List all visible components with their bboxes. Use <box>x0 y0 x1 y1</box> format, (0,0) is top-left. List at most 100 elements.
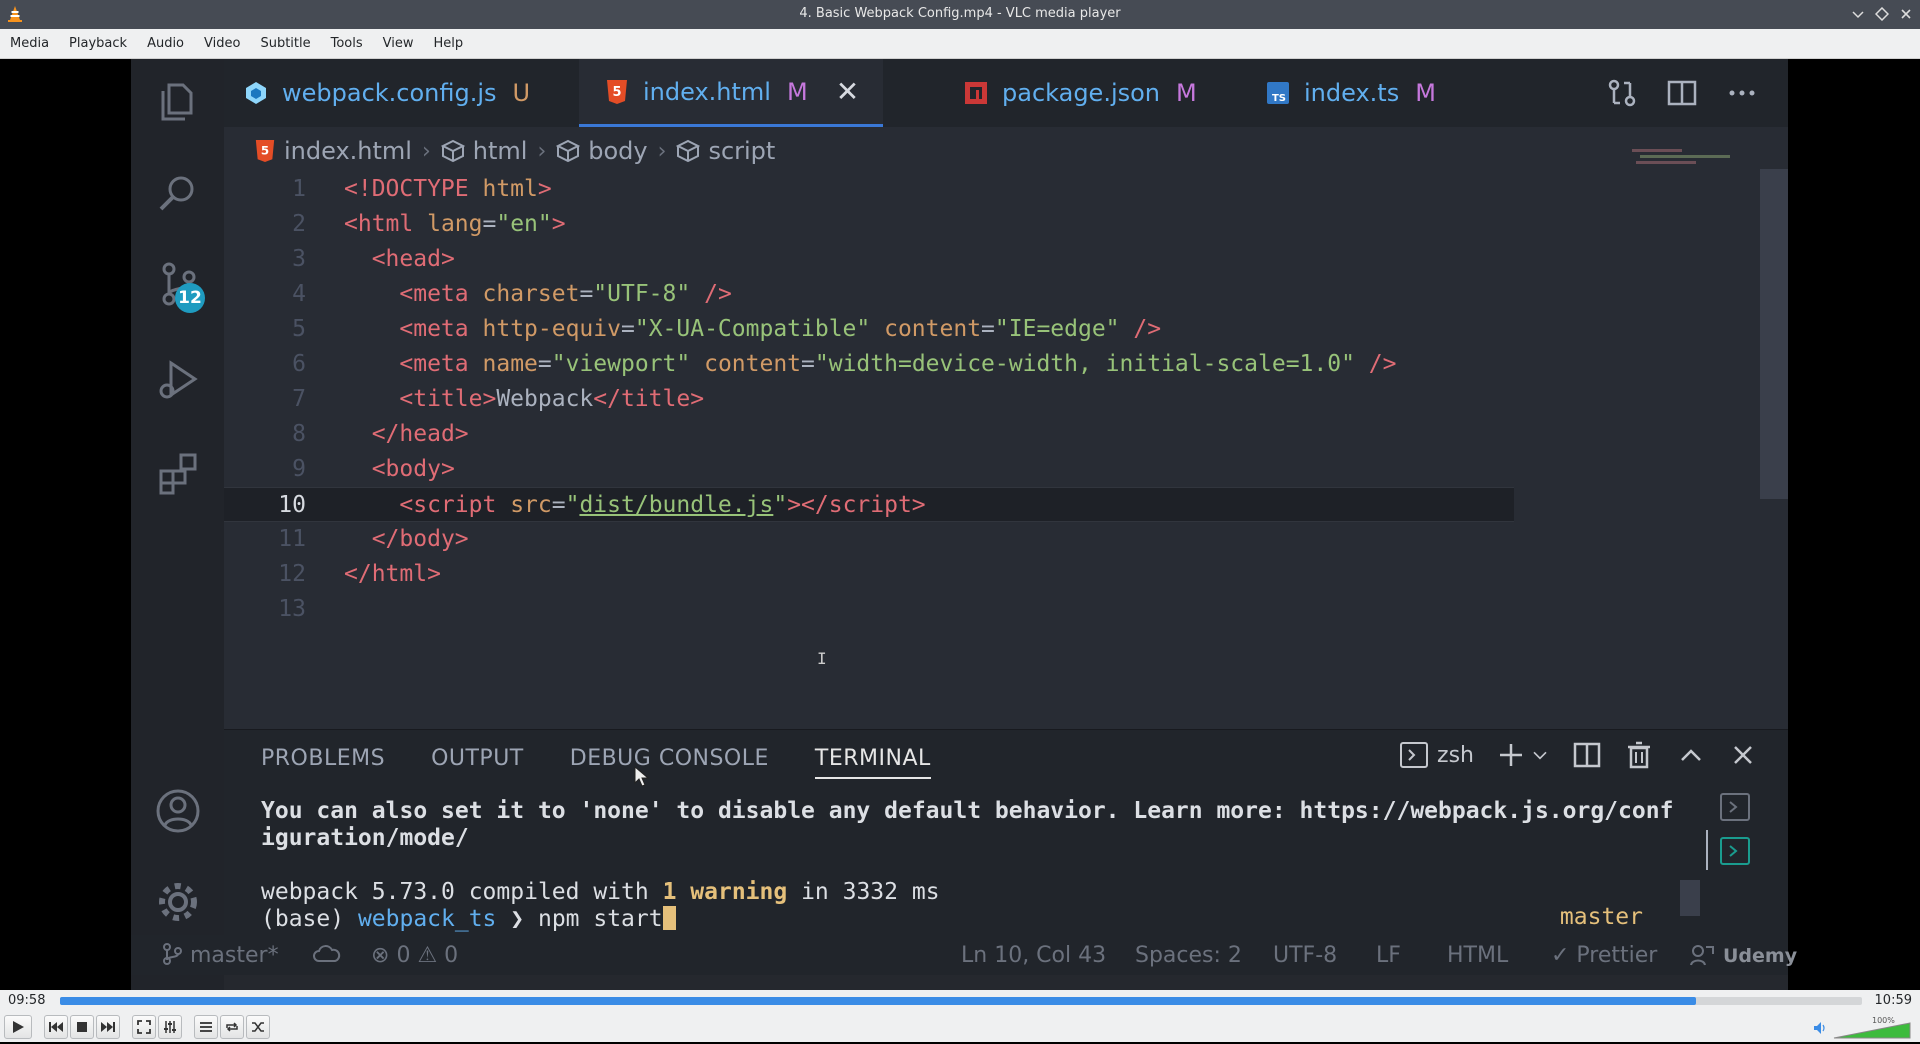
text-cursor-icon: I <box>817 649 827 668</box>
chevron-right-icon: › <box>421 138 431 164</box>
tab-index-ts: TS index.ts M <box>1266 59 1436 127</box>
code-line: 12 </html> <box>224 557 1644 592</box>
code-text: <body> <box>371 456 455 482</box>
minimize-icon[interactable] <box>1848 4 1868 24</box>
next-button[interactable] <box>96 1015 120 1039</box>
stop-button[interactable] <box>70 1015 94 1039</box>
breadcrumb-body: body <box>588 137 648 165</box>
volume-percent: 100% <box>1872 1016 1895 1025</box>
playlist-button[interactable] <box>194 1015 218 1039</box>
total-time: 10:59 <box>1874 993 1912 1008</box>
terminal-line: You can also set it to 'none' to disable… <box>261 798 1674 824</box>
line-number: 10 <box>278 492 306 518</box>
prettier-status: ✓ Prettier <box>1551 943 1658 968</box>
seek-slider[interactable] <box>60 997 1862 1005</box>
terminal-branch: master <box>1559 904 1643 930</box>
code-text: <title>Webpack</title> <box>399 386 705 412</box>
html5-icon: 5 <box>255 140 275 162</box>
editor-scrollbar <box>1760 169 1788 499</box>
menu-subtitle[interactable]: Subtitle <box>250 36 320 51</box>
breadcrumb-script: script <box>708 137 776 165</box>
playlist-icon <box>200 1022 212 1032</box>
code-text: <!DOCTYPE html> <box>344 176 552 202</box>
extensions-icon <box>153 449 203 499</box>
encoding: UTF-8 <box>1273 943 1338 968</box>
fullscreen-button[interactable] <box>132 1015 156 1039</box>
maximize-icon[interactable] <box>1872 4 1892 24</box>
terminal-output: You can also set it to 'none' to disable… <box>261 798 1673 933</box>
close-icon[interactable] <box>1896 4 1916 24</box>
line-number: 12 <box>278 561 306 587</box>
vscode-statusbar: master* ⊗ 0 ⚠ 0 Ln 10, Col 43 Spaces: 2 … <box>131 935 1797 975</box>
code-editor: 1 <!DOCTYPE html> 2 <html lang="en"> 3 <head… <box>224 172 1644 627</box>
accounts-icon <box>153 786 203 836</box>
code-line: 1 <!DOCTYPE html> <box>224 172 1644 207</box>
terminal-cursor <box>662 906 676 930</box>
chevron-right-icon: › <box>537 138 547 164</box>
code-line: 10 <script src="dist/bundle.js"></script… <box>224 487 1514 522</box>
indentation: Spaces: 2 <box>1135 943 1242 968</box>
prompt-command: npm start <box>537 906 663 932</box>
tab-problems: PROBLEMS <box>261 746 386 771</box>
git-branch-icon <box>163 943 182 965</box>
search-icon <box>153 169 203 219</box>
code-text: <head> <box>371 246 455 272</box>
speaker-icon <box>1814 1022 1825 1034</box>
video-area[interactable]: 12 webpack.config.js U 5 index.html M ✕ … <box>0 59 1920 990</box>
vscode-window: 12 webpack.config.js U 5 index.html M ✕ … <box>131 59 1797 990</box>
window-title: 4. Basic Webpack Config.mp4 - VLC media … <box>799 6 1121 21</box>
line-number: 11 <box>278 526 306 552</box>
breadcrumb-file: index.html <box>284 137 412 165</box>
terminal-line: iguration/mode/ <box>261 825 469 851</box>
line-number: 7 <box>292 386 306 412</box>
editor-area: webpack.config.js U 5 index.html M ✕ pac… <box>224 59 1788 729</box>
code-line: 7 <title>Webpack</title> <box>224 382 1644 417</box>
terminal-icon <box>1720 837 1750 865</box>
line-number: 1 <box>292 176 306 202</box>
skip-forward-icon <box>101 1022 115 1032</box>
terminal-line: webpack 5.73.0 compiled with <box>261 879 663 905</box>
svg-text:TS: TS <box>1272 93 1286 104</box>
udemy-watermark: Udemy <box>1723 945 1798 967</box>
problems-status: ⊗ 0 ⚠ 0 <box>371 943 459 968</box>
code-text: <meta charset="UTF-8" /> <box>399 281 732 307</box>
line-number: 6 <box>292 351 306 377</box>
seek-progress <box>60 997 1697 1005</box>
volume-control[interactable]: 100% <box>1812 1016 1912 1040</box>
loop-button[interactable] <box>220 1015 244 1039</box>
menu-audio[interactable]: Audio <box>137 36 194 51</box>
menu-help[interactable]: Help <box>424 36 474 51</box>
code-text: </head> <box>371 421 469 447</box>
menu-media[interactable]: Media <box>0 36 59 51</box>
tab-index-html: 5 index.html M ✕ <box>579 59 884 127</box>
extended-settings-button[interactable] <box>158 1015 182 1039</box>
tab-package-json: package.json M <box>964 59 1197 127</box>
menu-bar: Media Playback Audio Video Subtitle Tool… <box>0 29 1920 59</box>
fullscreen-icon <box>137 1020 151 1034</box>
split-editor-icon <box>1667 80 1697 106</box>
menu-view[interactable]: View <box>373 36 424 51</box>
code-text: <meta http-equiv="X-UA-Compatible" conte… <box>399 316 1162 342</box>
terminal-scrollbar <box>1680 880 1700 916</box>
code-line: 11 </body> <box>224 522 1644 557</box>
menu-video[interactable]: Video <box>194 36 250 51</box>
code-line: 5 <meta http-equiv="X-UA-Compatible" con… <box>224 312 1644 347</box>
npm-icon <box>964 81 988 105</box>
scm-badge: 12 <box>175 283 205 313</box>
menu-tools[interactable]: Tools <box>321 36 373 51</box>
code-line: 2 <html lang="en"> <box>224 207 1644 242</box>
close-panel-icon <box>1734 746 1752 764</box>
shell-name: zsh <box>1437 742 1474 768</box>
sync-cloud-icon <box>313 943 341 971</box>
source-control-icon: 12 <box>153 259 205 313</box>
previous-button[interactable] <box>44 1015 68 1039</box>
menu-playback[interactable]: Playback <box>59 36 137 51</box>
compile-time: in 3332 ms <box>787 879 940 905</box>
explorer-icon <box>153 77 203 127</box>
svg-text:5: 5 <box>261 144 269 158</box>
typescript-icon: TS <box>1266 81 1290 105</box>
prompt-dir: webpack_ts <box>357 906 497 932</box>
shuffle-button[interactable] <box>246 1015 270 1039</box>
trash-icon <box>1628 741 1650 769</box>
play-button[interactable] <box>4 1015 32 1039</box>
